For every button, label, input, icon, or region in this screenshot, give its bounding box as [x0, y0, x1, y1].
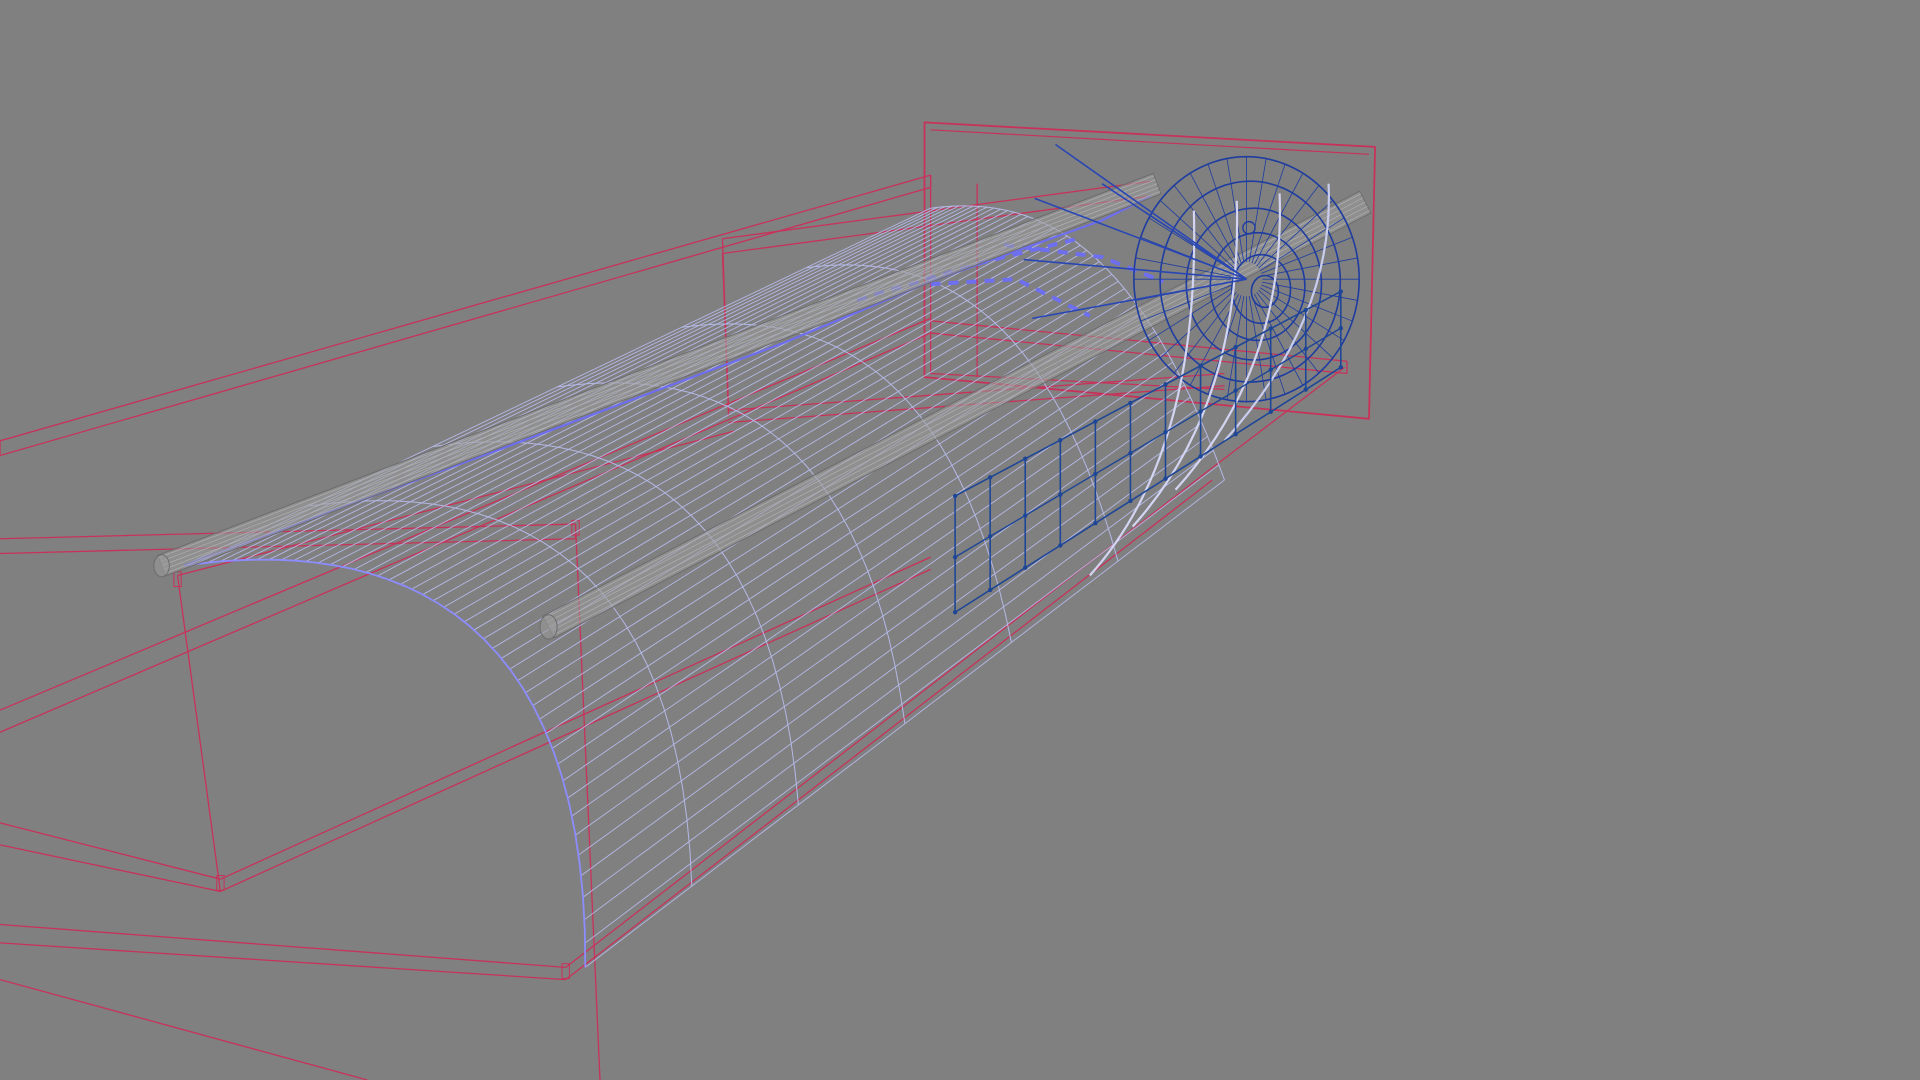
ladder-node — [1233, 388, 1238, 393]
ladder-node — [1338, 289, 1344, 294]
pipe-top-cap — [153, 554, 170, 578]
bounding-boxes[interactable] — [0, 121, 1376, 1080]
bounding-box-edge — [0, 174, 931, 442]
bounding-box-edge — [1211, 366, 1345, 469]
ladder-node — [952, 610, 958, 615]
tunnel-profile-curve — [183, 558, 587, 968]
ladder-node — [1163, 430, 1168, 435]
helix-center-node — [1242, 220, 1256, 235]
ladder-node — [1023, 513, 1028, 518]
ladder-rail-bottom — [954, 366, 1342, 613]
ladder-node — [1233, 431, 1238, 437]
ladder-node — [1058, 492, 1063, 497]
ladder-node — [1198, 363, 1203, 368]
radial-spoke — [1101, 183, 1247, 280]
pipes[interactable] — [153, 172, 1372, 640]
ladder-node — [1303, 346, 1308, 352]
ladder-node — [1268, 326, 1273, 331]
ladder-node — [1093, 520, 1098, 526]
tunnel-profile-curve — [557, 382, 906, 724]
ladder-node — [1128, 400, 1133, 406]
bounding-box-edge — [176, 575, 222, 892]
ladder-node — [1093, 419, 1098, 424]
bounding-box-edge — [0, 844, 221, 893]
ladder-node — [1268, 367, 1273, 372]
bounding-box-edge — [930, 332, 1348, 375]
ladder-node — [987, 475, 993, 480]
pipe-middle-cap — [539, 614, 558, 640]
ladder-rail-middle — [954, 327, 1342, 558]
ladder-node — [1058, 437, 1063, 443]
pipe-top-rib — [160, 179, 1156, 563]
ladder-node — [952, 554, 958, 560]
ladder-node — [1023, 565, 1028, 570]
bounding-box-edge — [0, 822, 221, 880]
helix-sweep-arc — [1174, 193, 1282, 491]
ladder-node — [1023, 456, 1028, 461]
ladder-node — [1198, 409, 1203, 414]
end-frame-edge — [930, 129, 1370, 155]
ladder-node — [1093, 471, 1098, 477]
radial-spoke — [1034, 197, 1247, 280]
ladder-node — [1233, 344, 1238, 350]
ladder-node — [1338, 365, 1344, 370]
ladder-node — [1128, 498, 1133, 504]
ladder-node — [1338, 325, 1344, 331]
bounding-box-edge — [0, 978, 368, 1080]
bounding-box-edge — [0, 332, 931, 733]
ladder-node — [1303, 387, 1308, 392]
3d-viewport[interactable] — [0, 0, 1920, 1080]
ladder-node — [1198, 454, 1203, 459]
pipe-middle-rib — [552, 210, 1370, 636]
ladder-node — [952, 493, 958, 499]
ladder-node — [1163, 382, 1168, 387]
ladder-node — [1303, 307, 1308, 313]
ladder-node — [1128, 450, 1133, 456]
ladder-node — [1268, 409, 1273, 415]
ladder-node — [987, 534, 993, 539]
ladder-node — [1058, 543, 1063, 548]
ladder-node — [987, 587, 993, 593]
ladder-node — [1163, 476, 1168, 481]
wireframe-scene[interactable] — [0, 0, 1920, 1080]
